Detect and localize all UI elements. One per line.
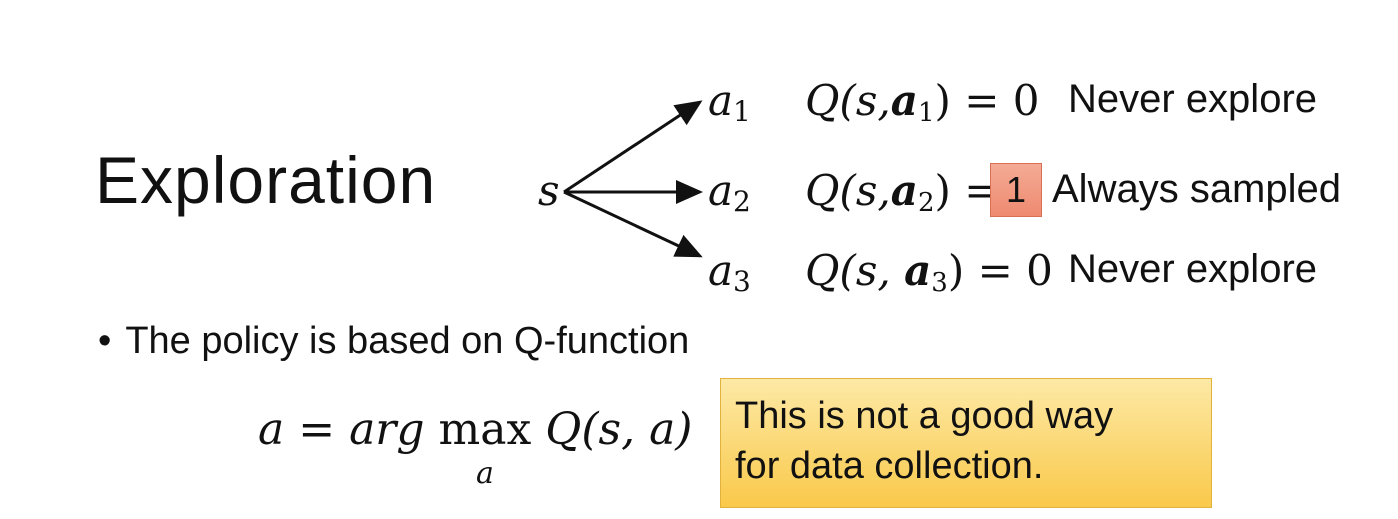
bullet-item: • The policy is based on Q-function bbox=[98, 318, 689, 364]
state-symbol: s bbox=[538, 166, 560, 215]
branch-arrows bbox=[563, 100, 703, 258]
callout-line-2: for data collection. bbox=[735, 445, 1044, 487]
bullet-dot: • bbox=[98, 320, 112, 362]
policy-formula: a = arg max a Q(s, a) bbox=[258, 404, 693, 491]
action-a3: a3 bbox=[708, 246, 751, 298]
note-a2: Always sampled bbox=[1052, 167, 1342, 211]
bullet-text: The policy is based on Q-function bbox=[125, 320, 690, 362]
action-a1: a1 bbox=[708, 76, 751, 128]
highlighted-q-value: 1 bbox=[990, 163, 1042, 217]
q-value-a3: Q(s, a3) = 0 bbox=[805, 246, 1053, 298]
arrow-to-a1 bbox=[563, 100, 703, 194]
callout-box: This is not a good way for data collecti… bbox=[720, 378, 1212, 508]
slide-title: Exploration bbox=[95, 143, 437, 217]
q-value-a1: Q(s,a1) = 0 bbox=[805, 76, 1040, 128]
arrow-to-a3 bbox=[563, 190, 703, 258]
note-a3: Never explore bbox=[1068, 247, 1318, 291]
callout-line-1: This is not a good way bbox=[735, 395, 1114, 437]
action-a2: a2 bbox=[708, 166, 751, 218]
note-a1: Never explore bbox=[1068, 77, 1318, 121]
q-value-a2: Q(s,a2) = bbox=[805, 166, 1000, 218]
